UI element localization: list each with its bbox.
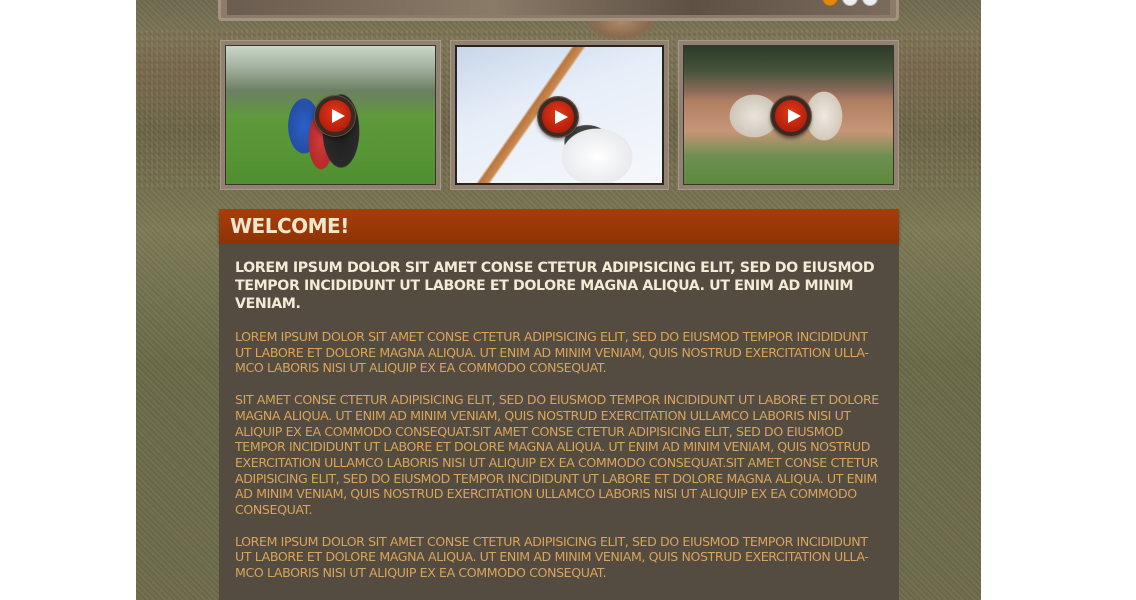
welcome-lead-text: LOREM IPSUM DOLOR SIT AMET CONSE CTETUR … (235, 260, 875, 312)
play-icon[interactable] (315, 96, 355, 136)
image-slider (218, 0, 899, 21)
play-icon[interactable] (771, 96, 811, 136)
video-thumbnail-3[interactable] (678, 40, 899, 190)
welcome-header: WELCOME! (219, 209, 899, 244)
welcome-paragraph-3: LOREM IPSUM DOLOR SIT AMET CONSE CTETUR … (235, 533, 869, 581)
welcome-paragraph-2: SIT AMET CONSE CTETUR ADIPISICING ELIT, … (235, 392, 879, 518)
slider-dot-1[interactable] (822, 0, 838, 6)
play-icon[interactable] (538, 97, 578, 137)
video-image-batter (455, 45, 664, 185)
slider-image-overflow (586, 21, 656, 41)
slider-pagination (822, 0, 878, 6)
welcome-title: WELCOME! (230, 214, 349, 238)
video-image-pitcher (683, 45, 894, 185)
slider-dot-2[interactable] (842, 0, 858, 6)
video-thumbnail-2[interactable] (450, 40, 669, 190)
slider-image (227, 0, 890, 15)
video-thumbnail-1[interactable] (220, 40, 441, 190)
welcome-content-panel: LOREM IPSUM DOLOR SIT AMET CONSE CTETUR … (219, 244, 899, 600)
welcome-paragraph-1: LOREM IPSUM DOLOR SIT AMET CONSE CTETUR … (235, 329, 869, 376)
slider-dot-3[interactable] (862, 0, 878, 6)
video-image-kids-baseball (225, 45, 436, 185)
